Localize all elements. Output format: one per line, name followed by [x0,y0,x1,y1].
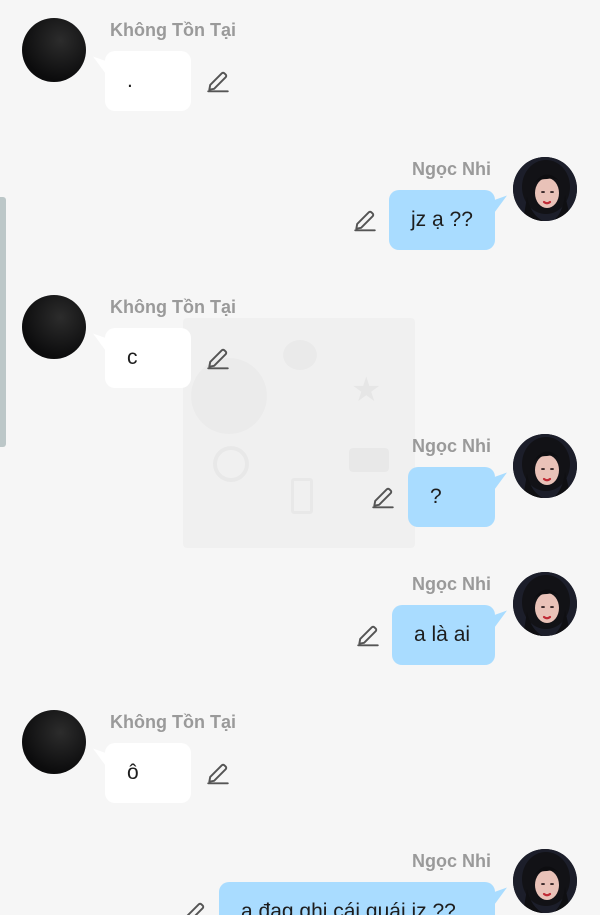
edit-pencil-icon[interactable] [205,68,231,94]
message-text: ? [430,485,442,508]
profile-photo [513,572,577,636]
sender-name: Không Tồn Tại [110,20,236,40]
sender-name: Ngọc Nhi [412,851,491,871]
message-text: a đag ghi cái quái jz ?? [241,900,456,915]
message-row: Ngọc Nhi ? [0,434,600,534]
message-text: a là ai [414,623,471,646]
profile-photo [513,849,577,913]
message-row: Ngọc Nhi a đag ghi cái quái jz ?? [0,849,600,915]
profile-photo [513,434,577,498]
sender-name: Không Tồn Tại [110,297,236,317]
message-bubble[interactable]: c [105,328,191,388]
sender-name: Không Tồn Tại [110,712,236,732]
message-bubble[interactable]: ô [105,743,191,803]
message-bubble[interactable]: a đag ghi cái quái jz ?? [219,882,495,915]
avatar[interactable] [22,710,86,774]
avatar[interactable] [513,849,577,913]
message-row: Ngọc Nhi a là ai [0,572,600,672]
avatar[interactable] [513,434,577,498]
message-bubble[interactable]: ? [408,467,495,527]
avatar[interactable] [22,18,86,82]
avatar[interactable] [22,295,86,359]
message-text: c [127,346,138,369]
message-bubble[interactable]: . [105,51,191,111]
message-text: jz ạ ?? [411,208,473,231]
avatar[interactable] [513,572,577,636]
sender-name: Ngọc Nhi [412,436,491,456]
message-bubble[interactable]: jz ạ ?? [389,190,495,250]
sender-name: Ngọc Nhi [412,159,491,179]
message-row: Không Tồn Tại . [0,18,600,118]
edit-pencil-icon[interactable] [205,345,231,371]
message-row: Ngọc Nhi jz ạ ?? [0,157,600,257]
edit-pencil-icon[interactable] [370,484,396,510]
edit-pencil-icon[interactable] [205,760,231,786]
avatar[interactable] [513,157,577,221]
profile-photo [513,157,577,221]
message-row: Không Tồn Tại ô [0,710,600,810]
edit-pencil-icon[interactable] [182,899,208,915]
edit-pencil-icon[interactable] [355,622,381,648]
sender-name: Ngọc Nhi [412,574,491,594]
message-row: Không Tồn Tại c [0,295,600,395]
message-bubble[interactable]: a là ai [392,605,495,665]
message-text: ô [127,761,139,784]
edit-pencil-icon[interactable] [352,207,378,233]
message-text: . [127,69,133,92]
